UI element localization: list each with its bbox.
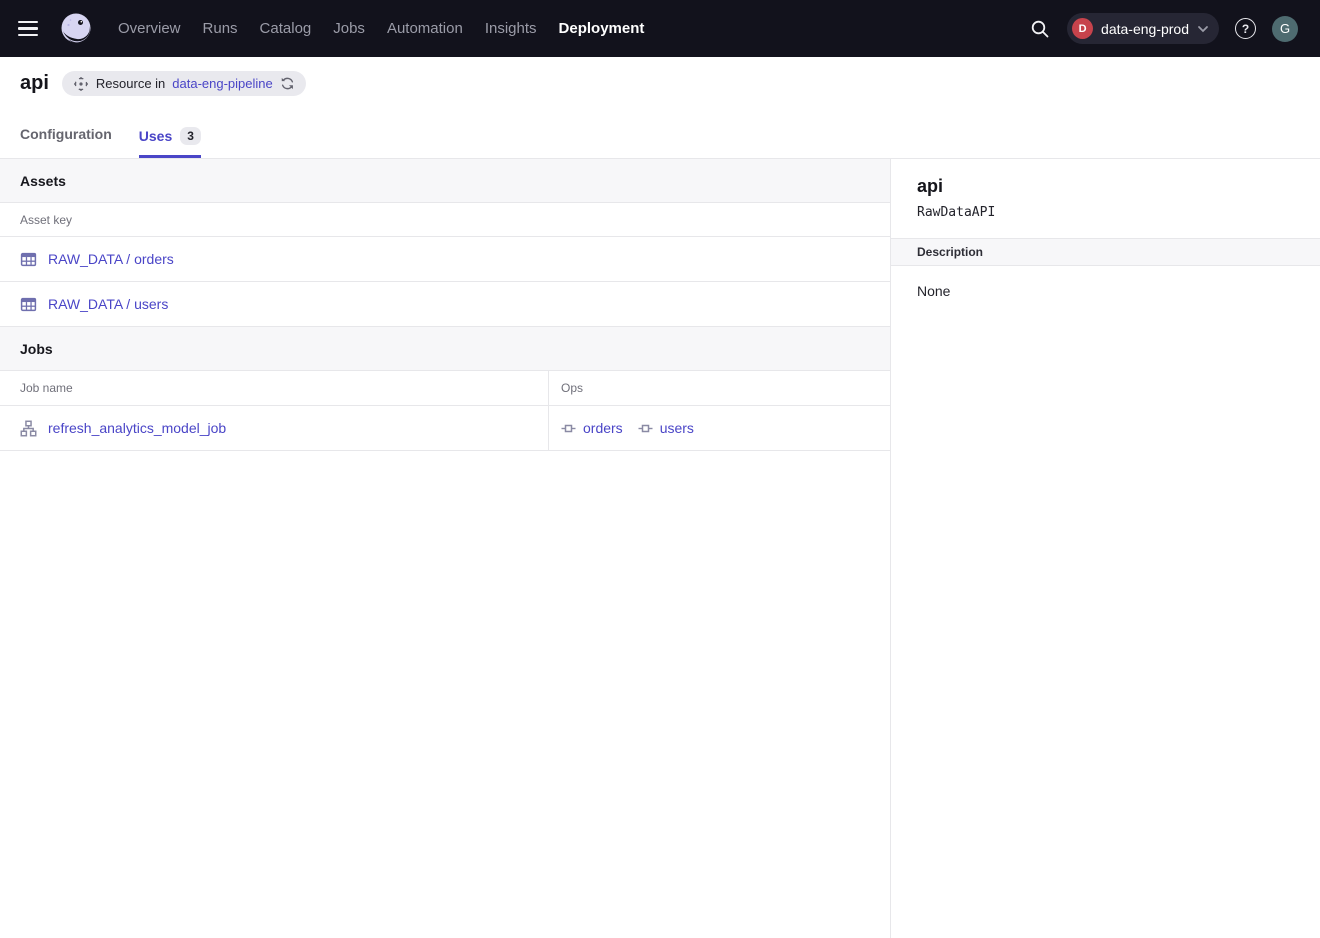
op-icon xyxy=(561,421,576,436)
chevron-down-icon xyxy=(1197,25,1209,33)
panel-description-header: Description xyxy=(891,238,1320,266)
deployment-switcher[interactable]: D data-eng-prod xyxy=(1067,13,1219,44)
nav-item-insights[interactable]: Insights xyxy=(485,20,537,37)
nav-item-overview[interactable]: Overview xyxy=(118,20,181,37)
resource-badge-text: Resource in xyxy=(96,76,165,91)
nav-item-automation[interactable]: Automation xyxy=(387,20,463,37)
panel-resource-name: api xyxy=(917,176,1294,197)
job-link[interactable]: refresh_analytics_model_job xyxy=(48,420,226,436)
asset-link[interactable]: RAW_DATA / orders xyxy=(48,251,174,267)
table-icon xyxy=(20,296,37,313)
deployment-name: data-eng-prod xyxy=(1101,21,1189,37)
nav-item-jobs[interactable]: Jobs xyxy=(333,20,365,37)
assets-section-header: Assets xyxy=(0,159,890,203)
op-tag-users[interactable]: users xyxy=(638,420,694,436)
nav-item-catalog[interactable]: Catalog xyxy=(260,20,312,37)
menu-icon[interactable] xyxy=(18,17,42,41)
refresh-icon[interactable] xyxy=(280,76,295,91)
resource-icon xyxy=(73,76,89,92)
ops-column-header: Ops xyxy=(549,371,890,406)
panel-resource-type: RawDataAPI xyxy=(917,205,1294,220)
jobs-table: Job name Ops refresh_analytics_model_job xyxy=(0,371,890,451)
tab-configuration[interactable]: Configuration xyxy=(20,126,112,158)
nav-item-deployment[interactable]: Deployment xyxy=(559,20,645,37)
deployment-initial-badge: D xyxy=(1072,18,1093,39)
top-navbar: Overview Runs Catalog Jobs Automation In… xyxy=(0,0,1320,57)
jobs-section-title: Jobs xyxy=(20,341,53,357)
tab-uses-count-badge: 3 xyxy=(180,127,201,145)
jobs-section-header: Jobs xyxy=(0,327,890,371)
search-icon[interactable] xyxy=(1029,18,1051,40)
primary-nav: Overview Runs Catalog Jobs Automation In… xyxy=(118,20,644,37)
assets-section-title: Assets xyxy=(20,173,66,189)
nav-item-runs[interactable]: Runs xyxy=(203,20,238,37)
code-location-link[interactable]: data-eng-pipeline xyxy=(172,76,272,91)
tab-uses[interactable]: Uses 3 xyxy=(139,127,201,158)
uses-content: Assets Asset key RAW_DATA / orders xyxy=(0,159,890,938)
asset-link[interactable]: RAW_DATA / users xyxy=(48,296,168,312)
asset-row-orders[interactable]: RAW_DATA / orders xyxy=(0,237,890,282)
op-link[interactable]: orders xyxy=(583,420,623,436)
dagster-logo-icon[interactable] xyxy=(56,9,96,49)
table-icon xyxy=(20,251,37,268)
tab-configuration-label: Configuration xyxy=(20,126,112,142)
asset-row-users[interactable]: RAW_DATA / users xyxy=(0,282,890,327)
user-avatar[interactable]: G xyxy=(1272,16,1298,42)
help-icon[interactable]: ? xyxy=(1235,18,1256,39)
job-graph-icon xyxy=(20,420,37,437)
tab-uses-label: Uses xyxy=(139,128,172,144)
panel-description-value: None xyxy=(891,266,1320,316)
tab-bar: Configuration Uses 3 xyxy=(20,123,1300,158)
op-tag-orders[interactable]: orders xyxy=(561,420,623,436)
page-header: api Resource in data-eng-pipeline xyxy=(0,57,1320,158)
page-title: api xyxy=(20,72,49,95)
job-row-name-cell[interactable]: refresh_analytics_model_job xyxy=(0,406,549,451)
asset-key-column-header: Asset key xyxy=(0,203,890,237)
job-row-ops-cell: orders users xyxy=(549,406,890,451)
resource-detail-panel: api RawDataAPI Description None xyxy=(890,159,1320,938)
job-name-column-header: Job name xyxy=(0,371,549,406)
op-icon xyxy=(638,421,653,436)
navbar-right: D data-eng-prod ? G xyxy=(1029,13,1298,44)
main-area: Assets Asset key RAW_DATA / orders xyxy=(0,158,1320,938)
op-link[interactable]: users xyxy=(660,420,694,436)
dagster-octopus-icon xyxy=(56,9,96,49)
resource-badge: Resource in data-eng-pipeline xyxy=(62,71,306,96)
